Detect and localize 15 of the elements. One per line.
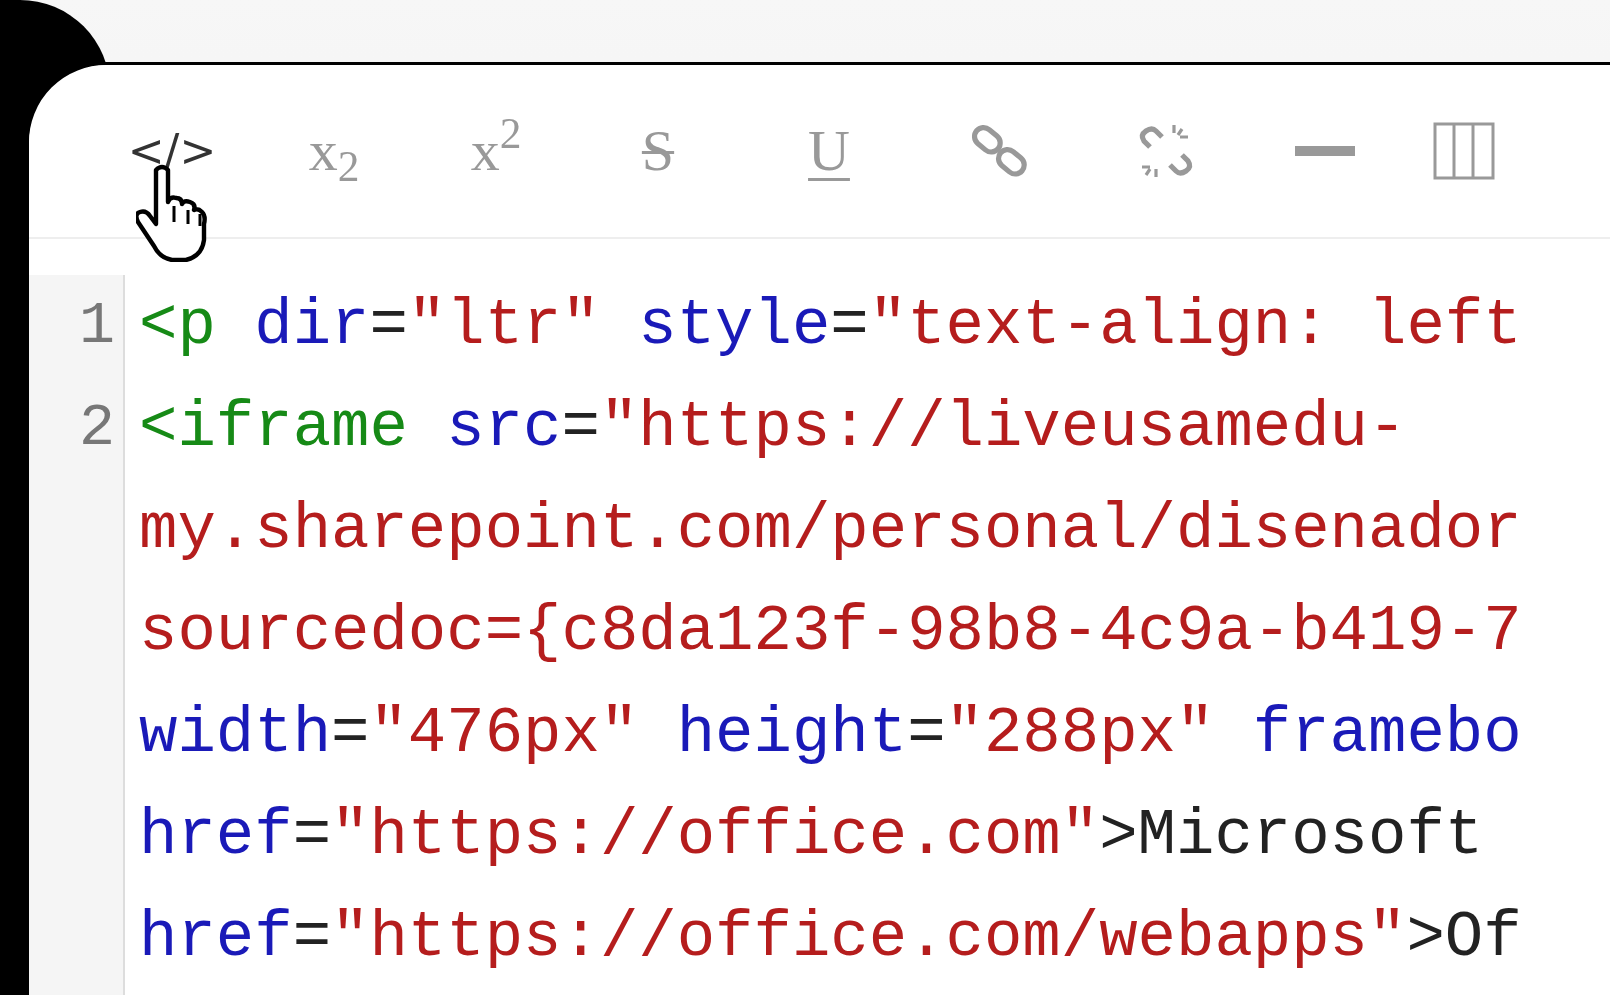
code-line: href="https://office.com">Microsoft [138,799,1484,874]
format-button[interactable]: x$_{2}$ [253,96,415,206]
columns-icon [1433,120,1495,182]
line-number: 2 [79,393,115,464]
underline-button[interactable]: U [739,96,919,206]
code-line: href="https://office.com/webapps">Of [138,901,1522,976]
code-line: my.sharepoint.com/personal/disenador [138,493,1522,568]
code-line: <p dir="ltr" style="text-align: left [138,289,1522,364]
code-line: <iframe src="https://liveusamedu- [138,391,1407,466]
code-line: width="476px" height="288px" framebo [138,697,1522,772]
line-number: 1 [79,291,115,362]
code-line: sourcedoc={c8da123f-98b8-4c9a-b419-7 [138,595,1522,670]
format-button[interactable]: </> [91,96,253,206]
strikethrough-button[interactable]: S [577,96,739,206]
format-button[interactable]: x$^{2}$ [415,96,577,206]
